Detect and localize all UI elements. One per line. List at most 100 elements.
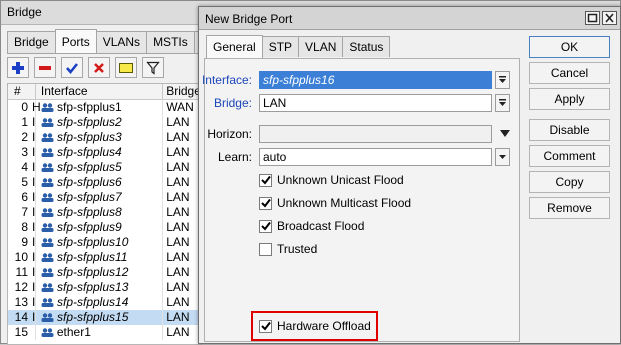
cell-num: 2I — [8, 130, 36, 145]
unknown-unicast-flood-checkbox[interactable]: Unknown Unicast Flood — [259, 172, 404, 188]
cell-bridge: LAN — [166, 190, 190, 204]
checkmark-icon — [260, 321, 271, 331]
column-header-bridge[interactable]: Bridge — [163, 84, 201, 99]
broadcast-flood-checkbox[interactable]: Broadcast Flood — [259, 218, 364, 234]
port-icon — [41, 103, 54, 112]
row-number: 12 — [14, 280, 28, 294]
learn-dropdown[interactable] — [495, 148, 510, 166]
interface-dropdown[interactable] — [495, 71, 510, 89]
tab-vlans[interactable]: VLANs — [95, 31, 148, 53]
table-row[interactable]: 0 H sfp-sfpplus1 WAN — [8, 100, 201, 115]
dropdown-arrow-icon — [499, 76, 506, 83]
interface-name: sfp-sfpplus1 — [57, 100, 122, 114]
remove-button[interactable] — [34, 57, 56, 78]
port-icon — [41, 253, 54, 262]
table-body: 0 Hsfp-sfpplus1 WAN 1 Isfp-sfpplus2 LAN 2 Isfp-… — [8, 100, 201, 340]
interface-field[interactable]: sfp-sfpplus16 — [259, 71, 492, 89]
tab-status[interactable]: Status — [342, 36, 391, 57]
table-row[interactable]: 15 ether1 LAN — [8, 325, 201, 340]
enable-button[interactable] — [61, 57, 83, 78]
row-flag: I — [32, 145, 36, 159]
tab-vlan[interactable]: VLAN — [298, 36, 344, 57]
tab-ports[interactable]: Ports — [54, 29, 97, 53]
table-row[interactable]: 7 Isfp-sfpplus8 LAN — [8, 205, 201, 220]
tab-stp[interactable]: STP — [261, 36, 300, 57]
table-row[interactable]: 2 Isfp-sfpplus3 LAN — [8, 130, 201, 145]
row-flag: I — [32, 310, 36, 324]
cell-interface: sfp-sfpplus12 — [36, 265, 164, 280]
disable-button[interactable] — [88, 57, 110, 78]
comment-button[interactable] — [115, 57, 137, 78]
bridge-dropdown[interactable] — [495, 94, 510, 112]
cell-interface: sfp-sfpplus2 — [36, 115, 164, 130]
maximize-icon — [587, 13, 598, 23]
table-row[interactable]: 4 Isfp-sfpplus5 LAN — [8, 160, 201, 175]
cell-bridge: LAN — [166, 265, 190, 279]
row-flag: I — [32, 190, 36, 204]
bridge-field[interactable]: LAN — [259, 94, 492, 112]
copy-button[interactable]: Copy — [529, 171, 610, 193]
filter-button[interactable] — [142, 57, 164, 78]
checkbox-label: Broadcast Flood — [277, 219, 365, 233]
cell-interface: sfp-sfpplus7 — [36, 190, 164, 205]
row-number: 11 — [15, 265, 28, 279]
trusted-checkbox[interactable]: Trusted — [259, 241, 317, 257]
unknown-multicast-flood-checkbox[interactable]: Unknown Multicast Flood — [259, 195, 411, 211]
dialog-tab-bar: General STP VLAN Status — [206, 35, 391, 58]
table-row[interactable]: 3 Isfp-sfpplus4 LAN — [8, 145, 201, 160]
interface-name: sfp-sfpplus11 — [57, 250, 128, 264]
horizon-label: Horizon: — [207, 127, 252, 141]
expand-arrow-icon[interactable] — [500, 130, 510, 138]
column-header-num[interactable]: # — [8, 84, 36, 99]
dropdown-arrow-icon — [499, 155, 506, 159]
bridge-tab-bar: Bridge Ports VLANs MSTIs Po — [7, 29, 223, 53]
table-row[interactable]: 6 Isfp-sfpplus7 LAN — [8, 190, 201, 205]
cell-bridge: LAN — [166, 280, 190, 294]
cell-interface: sfp-sfpplus9 — [36, 220, 164, 235]
toolbar — [7, 57, 169, 78]
interface-name: sfp-sfpplus7 — [57, 190, 122, 204]
column-header-interface[interactable]: Interface — [36, 84, 164, 99]
comment-button[interactable]: Comment — [529, 145, 610, 167]
table-row[interactable]: 14 Isfp-sfpplus15 LAN — [8, 310, 201, 325]
cancel-button[interactable]: Cancel — [529, 62, 610, 84]
cell-num: 12 I — [8, 280, 36, 295]
row-flag: I — [32, 220, 36, 234]
cell-interface: sfp-sfpplus10 — [36, 235, 164, 250]
table-row[interactable]: 11 Isfp-sfpplus12 LAN — [8, 265, 201, 280]
remove-button[interactable]: Remove — [529, 197, 610, 219]
horizon-field[interactable] — [259, 125, 492, 143]
tab-bridge[interactable]: Bridge — [7, 31, 56, 53]
table-row[interactable]: 9 Isfp-sfpplus10 LAN — [8, 235, 201, 250]
ok-button[interactable]: OK — [529, 36, 610, 58]
cell-bridge: LAN — [166, 145, 190, 159]
table-row[interactable]: 8 Isfp-sfpplus9 LAN — [8, 220, 201, 235]
interface-name: sfp-sfpplus6 — [57, 175, 122, 189]
table-row[interactable]: 5 Isfp-sfpplus6 LAN — [8, 175, 201, 190]
add-button[interactable] — [7, 57, 29, 78]
close-button[interactable] — [602, 11, 617, 25]
port-icon — [41, 193, 54, 202]
cell-bridge: LAN — [166, 310, 190, 324]
cell-num: 14 I — [8, 310, 36, 325]
row-flag: I — [32, 205, 36, 219]
apply-button[interactable]: Apply — [529, 88, 610, 110]
table-row[interactable]: 1 Isfp-sfpplus2 LAN — [8, 115, 201, 130]
tab-general[interactable]: General — [206, 35, 263, 58]
hardware-offload-checkbox[interactable]: Hardware Offload — [259, 318, 371, 334]
tab-mstis[interactable]: MSTIs — [146, 31, 195, 53]
table-row[interactable]: 10 Isfp-sfpplus11 LAN — [8, 250, 201, 265]
interface-name: sfp-sfpplus10 — [57, 235, 129, 249]
table-row[interactable]: 13 Isfp-sfpplus14 LAN — [8, 295, 201, 310]
enable-icon — [66, 62, 78, 74]
cell-interface: sfp-sfpplus4 — [36, 145, 164, 160]
learn-field[interactable]: auto — [259, 148, 492, 166]
row-number: 4 — [21, 160, 28, 174]
port-icon — [41, 298, 54, 307]
maximize-button[interactable] — [585, 11, 600, 25]
disable-button[interactable]: Disable — [529, 119, 610, 141]
row-flag: I — [32, 265, 36, 279]
interface-name: sfp-sfpplus13 — [57, 280, 129, 294]
cell-num: 9I — [8, 235, 36, 250]
table-row[interactable]: 12 I sfp-sfpplus13 LAN — [8, 280, 201, 295]
